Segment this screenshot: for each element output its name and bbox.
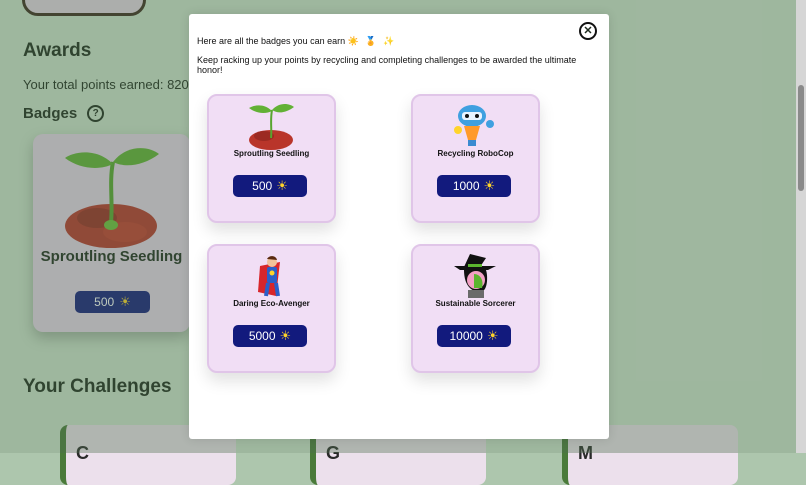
badge-points: 5000 ☀ <box>233 325 307 347</box>
badges-modal: ✕ Here are all the badges you can earn ☀… <box>189 14 609 439</box>
modal-intro: Here are all the badges you can earn ☀️ … <box>197 36 396 47</box>
badge-name: Sustainable Sorcerer <box>435 299 516 308</box>
badge-card-sorcerer: Sustainable Sorcerer 10000 ☀ <box>411 244 540 373</box>
sun-icon: ☀ <box>279 328 292 343</box>
badge-card-sproutling: Sproutling Seedling 500 ☀ <box>207 94 336 223</box>
superhero-icon <box>258 256 280 297</box>
scrollbar[interactable] <box>796 0 806 453</box>
badge-name: Sproutling Seedling <box>233 149 310 158</box>
sun-icon: ☀ <box>486 328 499 343</box>
points-value: 1000 <box>452 179 480 193</box>
badge-card-eco-avenger: Daring Eco-Avenger 5000 ☀ <box>207 244 336 373</box>
sun-icon: ☀ <box>483 178 496 193</box>
intro-icons: ☀️ 🏅 ✨ <box>347 36 397 46</box>
badge-points: 1000 ☀ <box>437 175 511 197</box>
points-value: 500 <box>252 179 273 193</box>
badge-points: 500 ☀ <box>233 175 307 197</box>
badge-points: 10000 ☀ <box>437 325 511 347</box>
robot-icon <box>454 105 494 146</box>
close-icon[interactable]: ✕ <box>579 22 597 40</box>
badge-name: Daring Eco-Avenger <box>233 299 310 308</box>
points-value: 5000 <box>248 329 276 343</box>
seedling-icon <box>249 103 294 150</box>
sun-icon: ☀ <box>276 178 288 193</box>
points-value: 10000 <box>449 329 483 343</box>
intro-text: Here are all the badges you can earn <box>197 36 346 46</box>
badge-name: Recycling RoboCop <box>437 149 514 158</box>
witch-icon <box>454 254 496 298</box>
scrollbar-thumb[interactable] <box>798 85 804 191</box>
badge-card-robocop: Recycling RoboCop 1000 ☀ <box>411 94 540 223</box>
modal-description: Keep racking up your points by recycling… <box>197 55 577 75</box>
